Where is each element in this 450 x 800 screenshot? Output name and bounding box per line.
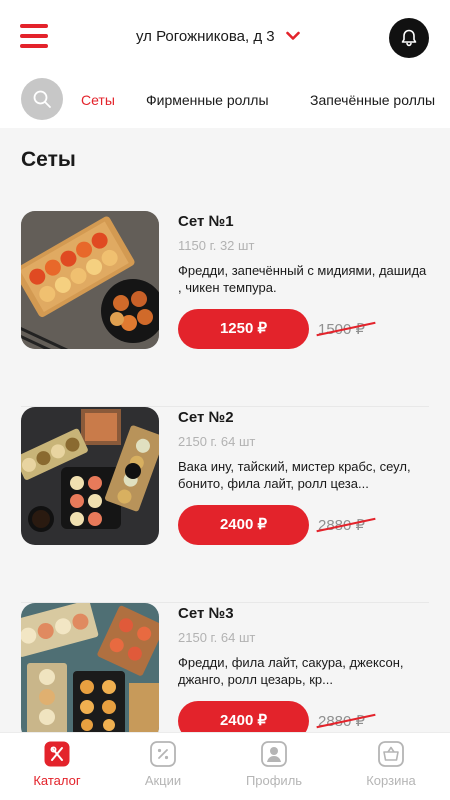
product-card[interactable]: Сет №2 2150 г. 64 шт Вака ину, тайский, … xyxy=(0,407,450,603)
old-price: 1500 ₽ xyxy=(316,320,376,338)
product-name: Сет №3 xyxy=(178,605,234,622)
catalog-icon xyxy=(44,741,70,767)
nav-catalog[interactable]: Каталог xyxy=(12,741,102,788)
old-price: 2880 ₽ xyxy=(316,516,376,534)
nav-promotions-label: Акции xyxy=(144,773,182,788)
search-icon xyxy=(33,90,51,108)
basket-icon xyxy=(378,741,404,767)
add-to-cart-button[interactable]: 2400 ₽ xyxy=(178,701,309,732)
nav-cart[interactable]: Корзина xyxy=(346,741,436,788)
product-weight: 1150 г. 32 шт xyxy=(178,238,255,253)
product-image[interactable] xyxy=(21,407,159,545)
bottom-navigation: Каталог Акции Профиль Корзина xyxy=(0,732,450,800)
product-description: Фредди, запечённый с мидиями, дашида , ч… xyxy=(178,263,427,295)
product-description: Фредди, фила лайт, сакура, джексон, джан… xyxy=(178,655,404,687)
product-description: Вака ину, тайский, мистер крабс, сеул, б… xyxy=(178,459,411,491)
page-title: Сеты xyxy=(21,148,76,171)
product-image[interactable] xyxy=(21,211,159,349)
discount-icon xyxy=(150,741,176,767)
product-name: Сет №2 xyxy=(178,409,234,426)
tab-sets[interactable]: Сеты xyxy=(81,92,115,108)
nav-profile-label: Профиль xyxy=(245,773,303,788)
product-card[interactable]: Сет №1 1150 г. 32 шт Фредди, запечённый … xyxy=(0,211,450,407)
product-name: Сет №1 xyxy=(178,213,234,230)
nav-promotions[interactable]: Акции xyxy=(118,741,208,788)
search-button[interactable] xyxy=(21,78,63,120)
add-to-cart-button[interactable]: 2400 ₽ xyxy=(178,505,309,545)
add-to-cart-button[interactable]: 1250 ₽ xyxy=(178,309,309,349)
nav-cart-label: Корзина xyxy=(366,773,416,788)
product-weight: 2150 г. 64 шт xyxy=(178,434,256,449)
nav-profile[interactable]: Профиль xyxy=(229,741,319,788)
chevron-down-icon[interactable] xyxy=(286,31,300,41)
nav-catalog-label: Каталог xyxy=(33,773,81,788)
tab-signature-rolls[interactable]: Фирменные роллы xyxy=(146,92,269,108)
delivery-address[interactable]: ул Рогожникова, д 3 xyxy=(136,28,275,45)
bell-icon xyxy=(401,29,417,47)
product-card[interactable]: Сет №3 2150 г. 64 шт Фредди, фила лайт, … xyxy=(0,603,450,732)
tab-baked-rolls[interactable]: Запечённые роллы xyxy=(310,92,435,108)
app-header: ул Рогожникова, д 3 xyxy=(0,0,450,76)
menu-icon[interactable] xyxy=(20,24,48,48)
product-weight: 2150 г. 64 шт xyxy=(178,630,256,645)
product-image[interactable] xyxy=(21,603,159,732)
category-tabs: Сеты Фирменные роллы Запечённые роллы xyxy=(0,76,450,128)
old-price: 2880 ₽ xyxy=(316,712,376,730)
notifications-button[interactable] xyxy=(389,18,429,58)
catalog-content[interactable]: Сеты Сет №1 1150 г. 32 шт Фредди, запечё… xyxy=(0,128,450,732)
profile-icon xyxy=(261,741,287,767)
